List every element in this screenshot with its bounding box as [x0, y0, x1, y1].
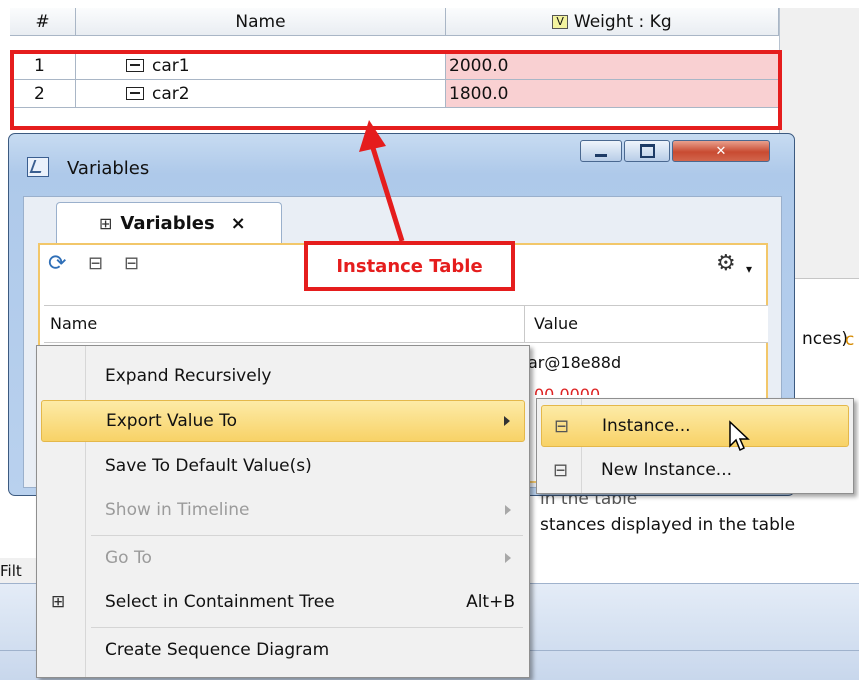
menu-item-label: Instance... [602, 416, 691, 436]
menu-item-expand-recursively[interactable]: Expand Recursively [41, 354, 525, 398]
menu-item-show-in-timeline[interactable]: Show in Timeline [41, 488, 525, 532]
menu-item-label: Select in Containment Tree [105, 592, 335, 612]
menu-item-export-value-to[interactable]: Export Value To [41, 400, 525, 442]
menu-item-save-to-default-values[interactable]: Save To Default Value(s) [41, 444, 525, 488]
menu-item-go-to[interactable]: Go To [41, 536, 525, 580]
submenu-arrow-icon [504, 416, 510, 426]
menu-item-label: New Instance... [601, 460, 733, 480]
menu-item-select-in-containment-tree[interactable]: ⊞ Select in Containment Tree Alt+B [41, 580, 525, 624]
export-instance-icon: ⊟ [554, 415, 570, 437]
export-submenu: ⊟ Instance... ⊟ New Instance... [536, 398, 854, 494]
menu-item-label: Create Sequence Diagram [105, 640, 330, 660]
menu-item-shortcut: Alt+B [466, 592, 515, 612]
submenu-arrow-icon [505, 553, 511, 563]
menu-item-label: Expand Recursively [105, 366, 272, 386]
menu-item-new-instance[interactable]: ⊟ New Instance... [541, 449, 849, 491]
menu-item-label: Export Value To [106, 411, 238, 431]
containment-tree-icon: ⊞ [51, 592, 66, 612]
context-menu: Expand Recursively Export Value To Save … [36, 345, 530, 678]
menu-item-label: Show in Timeline [105, 500, 250, 520]
menu-item-label: Save To Default Value(s) [105, 456, 312, 476]
menu-item-label: Go To [105, 548, 152, 568]
mouse-cursor-icon [729, 420, 750, 452]
menu-item-instance[interactable]: ⊟ Instance... [541, 405, 849, 447]
submenu-arrow-icon [505, 505, 511, 515]
menu-item-create-sequence-diagram[interactable]: Create Sequence Diagram [41, 628, 525, 672]
new-instance-icon: ⊟ [553, 459, 569, 481]
instance-table-callout: Instance Table [304, 241, 515, 291]
